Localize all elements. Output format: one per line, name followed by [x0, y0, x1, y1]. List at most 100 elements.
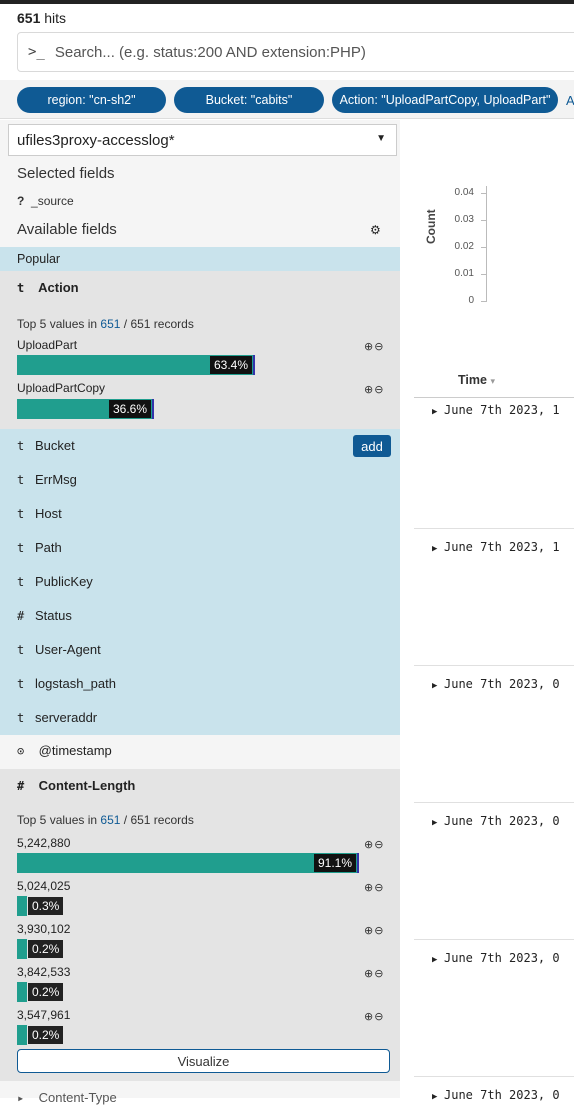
value-label: UploadPartCopy [17, 381, 106, 395]
zoom-filter-icons[interactable]: ⊕⊖ [364, 838, 384, 851]
table-row[interactable]: ▶ June 7th 2023, 1 [414, 540, 574, 554]
add-field-button[interactable]: add [353, 435, 391, 457]
popular-heading: Popular [0, 247, 400, 271]
value-pct: 36.6% [108, 400, 151, 418]
table-row[interactable]: ▶ June 7th 2023, 0 [414, 951, 574, 965]
field-content-length-name: Content-Length [38, 778, 136, 793]
time-column-header[interactable]: Time ▾ [458, 373, 495, 387]
histogram-ylabel: Count [424, 209, 438, 244]
row-divider [414, 802, 574, 803]
summary-count-link[interactable]: 651 [100, 813, 120, 827]
visualize-button[interactable]: Visualize [17, 1049, 390, 1073]
expand-row-icon[interactable]: ▶ [414, 407, 444, 417]
available-fields-heading: Available fields [17, 221, 117, 238]
zoom-filter-icons[interactable]: ⊕⊖ [364, 1010, 384, 1023]
time-header-label: Time [458, 373, 487, 387]
row-time: June 7th 2023, 0 [444, 1088, 560, 1102]
y-tick-label: 0.01 [454, 268, 474, 279]
expand-row-icon[interactable]: ▶ [414, 1092, 444, 1102]
field-item[interactable]: # Status [17, 608, 72, 623]
summary-suffix: / 651 records [123, 813, 194, 827]
field-item[interactable]: t Path [17, 540, 62, 555]
field-action-name: Action [38, 280, 79, 295]
field-source-name: _source [31, 194, 74, 208]
field-item-name: Host [35, 506, 62, 521]
expand-row-icon[interactable]: ▶ [414, 544, 444, 554]
bar-edge [253, 355, 255, 375]
filter-bar: region: "cn-sh2" Bucket: "cabits" Action… [0, 80, 574, 119]
y-tick-mark [481, 220, 487, 221]
value-bar [17, 896, 27, 916]
field-action[interactable]: t Action [17, 280, 79, 295]
action-summary: Top 5 values in 651 / 651 records [17, 317, 194, 331]
field-item[interactable]: t ErrMsg [17, 472, 77, 487]
value-bar [17, 939, 27, 959]
field-timestamp[interactable]: ⊙ @timestamp [17, 743, 112, 758]
value-label: 3,547,961 [17, 1008, 71, 1022]
caret-down-icon: ▼ [376, 133, 386, 144]
value-pct: 0.2% [28, 1026, 64, 1044]
index-pattern-select[interactable]: ufiles3proxy-accesslog* ▼ [8, 124, 397, 156]
filter-pill-action[interactable]: Action: "UploadPartCopy, UploadPart" [332, 87, 558, 113]
field-item[interactable]: t PublicKey [17, 574, 93, 589]
value-pct: 0.3% [28, 897, 64, 915]
sort-down-icon: ▾ [490, 376, 495, 386]
field-item[interactable]: t logstash_path [17, 676, 116, 691]
expand-row-icon[interactable]: ▶ [414, 681, 444, 691]
row-divider [414, 665, 574, 666]
field-source[interactable]: ? _source [17, 194, 74, 208]
row-time: June 7th 2023, 0 [444, 951, 560, 965]
value-label: 3,842,533 [17, 965, 71, 979]
value-label: 5,242,880 [17, 836, 71, 850]
summary-count-link[interactable]: 651 [100, 317, 120, 331]
filter-pill-bucket[interactable]: Bucket: "cabits" [174, 87, 324, 113]
index-pattern-value: ufiles3proxy-accesslog* [17, 131, 175, 149]
histogram-y-axis [486, 186, 487, 301]
y-tick-mark [481, 274, 487, 275]
field-type-icon: # [17, 609, 25, 623]
field-item[interactable]: t Bucket [17, 438, 75, 453]
value-label: UploadPart [17, 338, 78, 352]
field-item-name: Path [35, 540, 62, 555]
field-type-icon: t [17, 439, 25, 453]
row-divider [414, 939, 574, 940]
caret-right-icon: ▸ [17, 1091, 25, 1105]
field-item-name: User-Agent [35, 642, 101, 657]
filter-pill-region[interactable]: region: "cn-sh2" [17, 87, 166, 113]
zoom-filter-icons[interactable]: ⊕⊖ [364, 967, 384, 980]
bar-edge [152, 399, 154, 419]
table-row[interactable]: ▶ June 7th 2023, 0 [414, 814, 574, 828]
clock-icon: ⊙ [17, 744, 25, 758]
value-bar: 91.1% [17, 853, 359, 873]
field-item[interactable]: t serveraddr [17, 710, 97, 725]
field-timestamp-name: @timestamp [38, 743, 112, 758]
value-label: 5,024,025 [17, 879, 71, 893]
field-type-icon: t [17, 677, 25, 691]
value-pct: 91.1% [313, 854, 356, 872]
query-prompt-icon: >_ [28, 44, 45, 60]
top-bar [0, 0, 574, 4]
row-time: June 7th 2023, 1 [444, 540, 560, 554]
search-input[interactable]: >_ Search... (e.g. status:200 AND extens… [17, 32, 574, 72]
field-item[interactable]: t Host [17, 506, 62, 521]
table-row[interactable]: ▶ June 7th 2023, 1 [414, 403, 574, 417]
field-item-name: ErrMsg [35, 472, 77, 487]
zoom-filter-icons[interactable]: ⊕⊖ [364, 924, 384, 937]
field-item-name: Bucket [35, 438, 75, 453]
zoom-filter-icons[interactable]: ⊕⊖ [364, 383, 384, 396]
table-row[interactable]: ▶ June 7th 2023, 0 [414, 1088, 574, 1102]
y-tick-mark [481, 193, 487, 194]
expand-row-icon[interactable]: ▶ [414, 818, 444, 828]
gear-icon[interactable]: ⚙ [370, 223, 381, 237]
filter-more-link[interactable]: A [566, 93, 574, 108]
field-type-icon: t [17, 711, 25, 725]
field-content-length[interactable]: # Content-Length [17, 778, 135, 793]
zoom-filter-icons[interactable]: ⊕⊖ [364, 340, 384, 353]
field-item[interactable]: t User-Agent [17, 642, 101, 657]
value-pct: 0.2% [28, 983, 64, 1001]
table-row[interactable]: ▶ June 7th 2023, 0 [414, 677, 574, 691]
zoom-filter-icons[interactable]: ⊕⊖ [364, 881, 384, 894]
expand-row-icon[interactable]: ▶ [414, 955, 444, 965]
hits-count: 651 hits [17, 10, 66, 26]
row-time: June 7th 2023, 0 [444, 677, 560, 691]
